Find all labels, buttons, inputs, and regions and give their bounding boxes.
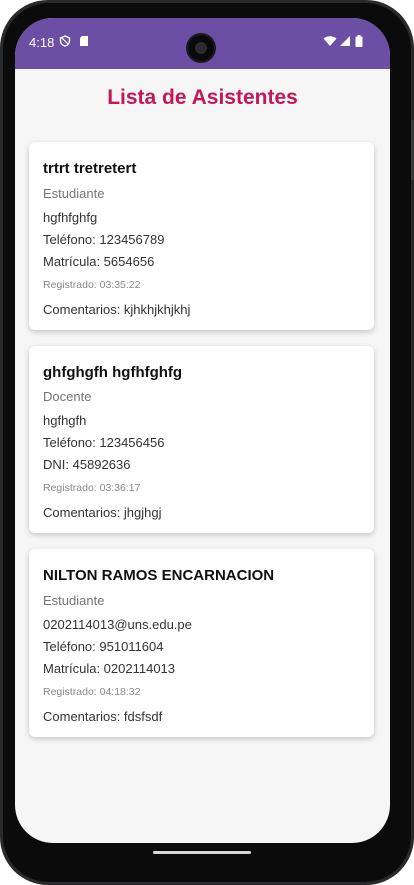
shield-icon [59,35,71,47]
attendee-id: Matrícula: 5654656 [43,254,155,269]
attendee-name: trtrt tretretert [43,160,137,177]
attendee-registered: Registrado: 03:36:17 [43,482,141,494]
attendee-email: 0202114013@uns.edu.pe [43,617,192,632]
home-indicator[interactable] [153,851,251,854]
sd-card-icon [80,36,88,46]
attendee-card[interactable]: trtrt tretretert Estudiante hgfhfghfg Te… [29,142,374,330]
attendee-phone: Teléfono: 123456789 [43,232,165,247]
attendee-id: Matrícula: 0202114013 [43,661,176,676]
attendee-id: DNI: 45892636 [43,457,131,472]
attendee-comments: Comentarios: kjhkhjkhjkhj [43,302,191,317]
attendee-registered: Registrado: 03:35:22 [43,279,141,291]
attendee-phone: Teléfono: 951011604 [43,639,164,654]
status-time: 4:18 [29,35,55,50]
attendee-role: Estudiante [43,186,105,201]
attendee-phone: Teléfono: 123456456 [43,435,165,450]
attendee-role: Estudiante [43,593,105,608]
attendee-registered: Registrado: 04:18:32 [43,686,141,698]
attendee-card[interactable]: NILTON RAMOS ENCARNACION Estudiante 0202… [29,549,374,737]
attendee-comments: Comentarios: jhgjhgj [43,505,162,520]
battery-icon [355,35,363,47]
attendee-email: hgfhgfh [43,413,87,428]
app-screen: 4:18 Lista de Asistentes trtrt tretreter… [15,18,390,843]
signal-icon [340,36,350,46]
attendee-comments: Comentarios: fdsfsdf [43,709,163,724]
attendee-card[interactable]: ghfghgfh hgfhfghfg Docente hgfhgfh Teléf… [29,346,374,533]
wifi-icon [323,36,337,46]
front-camera [186,33,216,63]
attendee-name: NILTON RAMOS ENCARNACION [43,567,275,584]
attendee-name: ghfghgfh hgfhfghfg [43,364,183,381]
attendee-role: Docente [43,389,92,404]
page-title: Lista de Asistentes [107,86,298,109]
attendee-email: hgfhfghfg [43,210,98,225]
